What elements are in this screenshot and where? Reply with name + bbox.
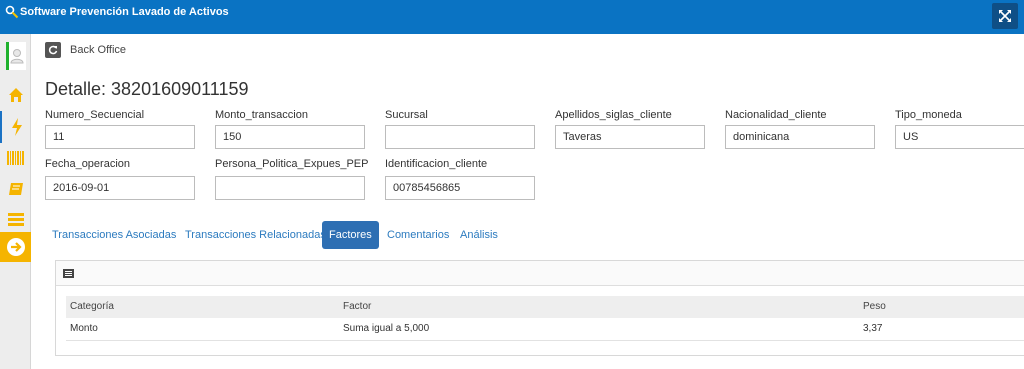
numero-secuencial-field[interactable]: [45, 125, 195, 149]
sidebar-item-reports[interactable]: [0, 173, 31, 205]
tab-comentarios[interactable]: Comentarios: [387, 221, 449, 249]
arrow-circle-icon: [10, 242, 22, 252]
fullscreen-button[interactable]: [992, 3, 1018, 29]
sucursal-label: Sucursal: [385, 109, 428, 121]
column-header-categoria[interactable]: Categoría: [70, 301, 114, 312]
sidebar-item-user[interactable]: [0, 37, 31, 75]
stack-icon: [7, 213, 24, 226]
book-icon: [8, 183, 23, 195]
bolt-icon: [11, 118, 22, 136]
factores-panel: Categoría Factor Peso Monto Suma igual a…: [55, 260, 1024, 356]
apellidos-siglas-cliente-label: Apellidos_siglas_cliente: [555, 109, 672, 121]
identificacion-cliente-field[interactable]: [385, 176, 535, 200]
sidebar-item-home[interactable]: [0, 79, 31, 111]
monto-transaccion-label: Monto_transaccion: [215, 109, 308, 121]
panel-header: [56, 261, 1024, 286]
numero-secuencial-label: Numero_Secuencial: [45, 109, 145, 121]
tab-factores[interactable]: Factores: [322, 221, 379, 249]
tab-analisis[interactable]: Análisis: [460, 221, 498, 249]
cell-categoria: Monto: [70, 323, 98, 334]
list-icon[interactable]: [63, 269, 74, 278]
tipo-moneda-field[interactable]: [895, 125, 1024, 149]
apellidos-siglas-cliente-field[interactable]: [555, 125, 705, 149]
nacionalidad-cliente-label: Nacionalidad_cliente: [725, 109, 827, 121]
persona-politica-field[interactable]: [215, 176, 365, 200]
page-title: Detalle: 38201609011159: [45, 79, 249, 99]
refresh-icon: [48, 45, 58, 55]
breadcrumb[interactable]: Back Office: [70, 44, 126, 56]
tab-transacciones-asociadas[interactable]: Transacciones Asociadas: [52, 221, 176, 249]
sidebar-item-barcode[interactable]: [0, 142, 31, 174]
persona-politica-label: Persona_Politica_Expues_PEP: [215, 158, 369, 170]
key-magnifier-icon: [5, 5, 19, 19]
fecha-operacion-label: Fecha_operacion: [45, 158, 131, 170]
table-header: Categoría Factor Peso: [66, 296, 1024, 318]
cell-factor: Suma igual a 5,000: [343, 323, 430, 334]
app-title: Software Prevención Lavado de Activos: [20, 6, 229, 18]
fecha-operacion-field[interactable]: [45, 176, 195, 200]
sucursal-field[interactable]: [385, 125, 535, 149]
column-header-peso[interactable]: Peso: [863, 301, 886, 312]
user-icon: [10, 49, 24, 64]
tipo-moneda-label: Tipo_moneda: [895, 109, 962, 121]
tab-transacciones-relacionadas[interactable]: Transacciones Relacionadas: [185, 221, 326, 249]
refresh-button[interactable]: [45, 42, 61, 58]
barcode-icon: [6, 151, 24, 165]
sidebar-item-transactions[interactable]: [0, 111, 31, 143]
table-row[interactable]: Monto Suma igual a 5,000 3,37: [66, 319, 1024, 341]
top-bar: Software Prevención Lavado de Activos: [0, 0, 1024, 34]
fullscreen-icon: [999, 10, 1011, 22]
monto-transaccion-field[interactable]: [215, 125, 365, 149]
column-header-factor[interactable]: Factor: [343, 301, 371, 312]
identificacion-cliente-label: Identificacion_cliente: [385, 158, 488, 170]
sidebar-item-navigate[interactable]: [0, 232, 31, 262]
sidebar: [0, 34, 31, 369]
cell-peso: 3,37: [863, 323, 883, 334]
home-icon: [8, 88, 23, 102]
nacionalidad-cliente-field[interactable]: [725, 125, 875, 149]
